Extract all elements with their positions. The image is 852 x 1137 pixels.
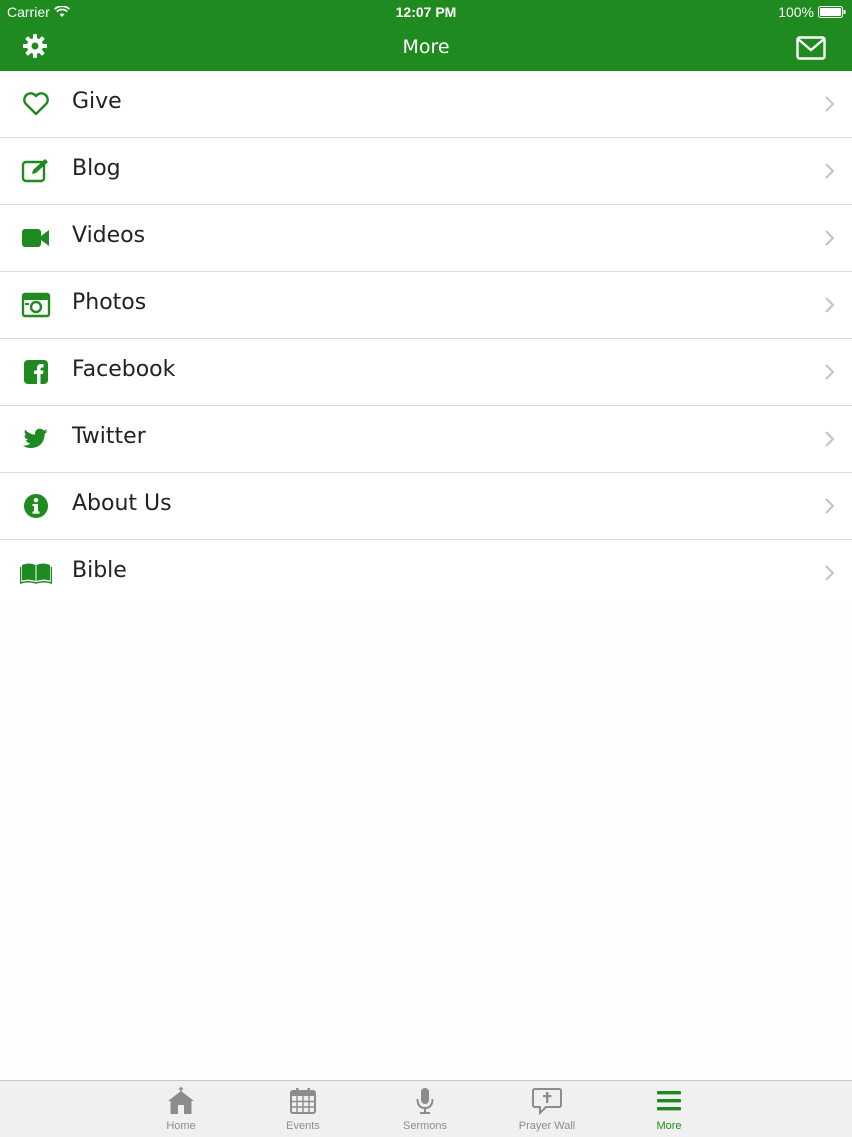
empty-content-area <box>0 604 852 1080</box>
more-menu-list: Give Blog Videos Photos Facebook Twitter… <box>0 71 852 607</box>
chevron-right-icon <box>825 297 835 313</box>
chevron-right-icon <box>825 364 835 380</box>
status-bar: Carrier 12:07 PM 100% <box>0 0 852 24</box>
tab-prayer-wall[interactable]: Prayer Wall <box>497 1081 597 1137</box>
open-book-icon <box>20 559 52 587</box>
microphone-icon <box>416 1088 434 1114</box>
tab-sermons[interactable]: Sermons <box>375 1081 475 1137</box>
menu-item-label: Give <box>72 89 122 114</box>
menu-item-label: Bible <box>72 558 127 583</box>
menu-item-label: Videos <box>72 223 146 248</box>
tab-home[interactable]: Home <box>131 1081 231 1137</box>
menu-item-blog[interactable]: Blog <box>0 138 852 205</box>
chevron-right-icon <box>825 96 835 112</box>
battery-indicator: 100% <box>778 4 846 20</box>
heart-icon <box>20 90 52 118</box>
battery-label: 100% <box>778 4 814 20</box>
tab-label: Sermons <box>402 1120 448 1132</box>
tab-bar: Home Events Sermons Prayer Wall More <box>0 1080 852 1137</box>
edit-icon <box>20 157 52 185</box>
menu-item-give[interactable]: Give <box>0 71 852 138</box>
menu-item-photos[interactable]: Photos <box>0 272 852 339</box>
menu-item-label: About Us <box>72 491 172 516</box>
calendar-icon <box>290 1088 316 1114</box>
menu-item-label: Twitter <box>72 424 146 449</box>
chevron-right-icon <box>825 431 835 447</box>
tab-label: Events <box>286 1120 320 1132</box>
facebook-icon <box>20 358 52 386</box>
video-camera-icon <box>20 224 52 252</box>
tab-more[interactable]: More <box>619 1081 719 1137</box>
chevron-right-icon <box>825 163 835 179</box>
chevron-right-icon <box>825 565 835 581</box>
page-title: More <box>402 36 450 58</box>
menu-item-facebook[interactable]: Facebook <box>0 339 852 406</box>
menu-item-label: Blog <box>72 156 121 181</box>
menu-item-bible[interactable]: Bible <box>0 540 852 607</box>
battery-icon <box>818 6 846 18</box>
chevron-right-icon <box>825 498 835 514</box>
prayer-bubble-icon <box>532 1088 562 1115</box>
navigation-bar: More <box>0 24 852 71</box>
status-time: 12:07 PM <box>395 4 457 20</box>
menu-item-videos[interactable]: Videos <box>0 205 852 272</box>
menu-item-twitter[interactable]: Twitter <box>0 406 852 473</box>
menu-item-label: Facebook <box>72 357 176 382</box>
camera-icon <box>20 291 52 319</box>
menu-item-label: Photos <box>72 290 147 315</box>
tab-label: Home <box>166 1120 196 1132</box>
menu-item-about-us[interactable]: About Us <box>0 473 852 540</box>
mail-icon[interactable] <box>796 36 826 60</box>
chevron-right-icon <box>825 230 835 246</box>
menu-lines-icon <box>657 1091 681 1111</box>
tab-label: Prayer Wall <box>518 1120 576 1132</box>
tab-events[interactable]: Events <box>253 1081 353 1137</box>
info-icon <box>20 492 52 520</box>
church-icon <box>168 1087 194 1114</box>
twitter-icon <box>20 425 52 453</box>
tab-label: More <box>656 1120 682 1132</box>
